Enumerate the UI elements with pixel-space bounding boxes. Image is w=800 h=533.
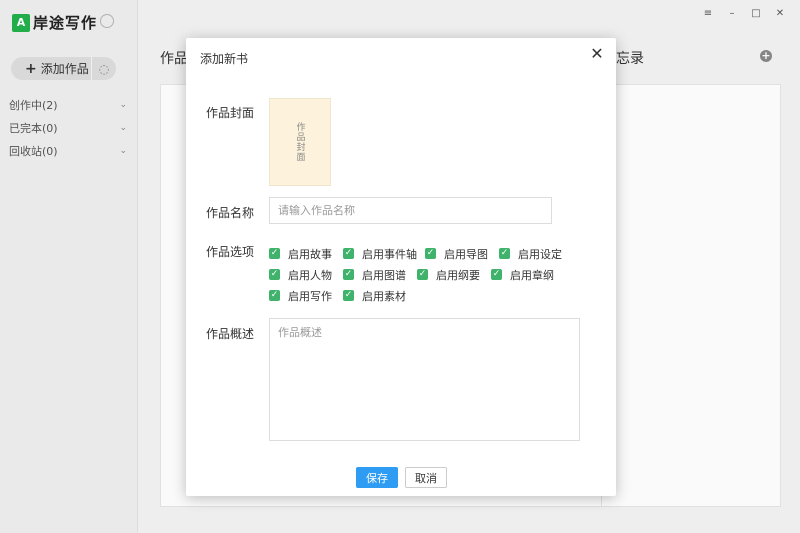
checkbox-checked-icon[interactable]: ✓ [343, 248, 354, 259]
option-label: 启用故事 [288, 247, 332, 261]
description-textarea[interactable] [269, 318, 580, 441]
option-mindmap[interactable]: ✓ 启用导图 [425, 246, 499, 262]
checkbox-checked-icon[interactable]: ✓ [491, 269, 502, 280]
options-label: 作品选项 [206, 245, 255, 259]
option-label: 启用写作 [288, 289, 332, 303]
option-characters[interactable]: ✓ 启用人物 [269, 267, 343, 283]
option-chapter-outline[interactable]: ✓ 启用章纲 [491, 267, 554, 283]
option-outline[interactable]: ✓ 启用纲要 [417, 267, 491, 283]
option-label: 启用图谱 [362, 268, 406, 282]
description-label: 作品概述 [206, 327, 255, 341]
option-label: 启用素材 [362, 289, 406, 303]
checkbox-checked-icon[interactable]: ✓ [269, 269, 280, 280]
checkbox-checked-icon[interactable]: ✓ [343, 290, 354, 301]
option-label: 启用事件轴 [362, 247, 417, 261]
option-label: 启用导图 [444, 247, 488, 261]
close-icon[interactable]: ✕ [589, 46, 605, 62]
book-name-input[interactable] [269, 197, 552, 224]
option-timeline[interactable]: ✓ 启用事件轴 [343, 246, 425, 262]
option-writing[interactable]: ✓ 启用写作 [269, 288, 343, 304]
cover-label: 作品封面 [206, 106, 255, 120]
dialog-title: 添加新书 [200, 52, 249, 66]
checkbox-checked-icon[interactable]: ✓ [269, 290, 280, 301]
option-settings[interactable]: ✓ 启用设定 [499, 246, 562, 262]
checkbox-checked-icon[interactable]: ✓ [343, 269, 354, 280]
cover-placeholder-text: 作品封面 [294, 122, 305, 162]
option-story[interactable]: ✓ 启用故事 [269, 246, 343, 262]
option-label: 启用章纲 [510, 268, 554, 282]
option-label: 启用设定 [518, 247, 562, 261]
cancel-button[interactable]: 取消 [405, 467, 447, 488]
checkbox-checked-icon[interactable]: ✓ [417, 269, 428, 280]
checkbox-checked-icon[interactable]: ✓ [425, 248, 436, 259]
option-materials[interactable]: ✓ 启用素材 [343, 288, 406, 304]
add-book-dialog: 添加新书 ✕ 作品封面 作品封面 作品名称 作品选项 ✓启用故事 ✓启用事件轴 … [186, 38, 616, 496]
save-button[interactable]: 保存 [356, 467, 398, 488]
options-group: ✓ 启用故事 ✓ 启用事件轴 ✓ 启用导图 ✓ 启用设定 ✓ 启用人物 ✓ 启用图谱 ✓ 启用… [269, 243, 599, 306]
option-graph[interactable]: ✓ 启用图谱 [343, 267, 417, 283]
checkbox-checked-icon[interactable]: ✓ [269, 248, 280, 259]
checkbox-checked-icon[interactable]: ✓ [499, 248, 510, 259]
option-label: 启用纲要 [436, 268, 480, 282]
cover-upload[interactable]: 作品封面 [269, 98, 331, 186]
option-label: 启用人物 [288, 268, 332, 282]
name-label: 作品名称 [206, 206, 255, 220]
